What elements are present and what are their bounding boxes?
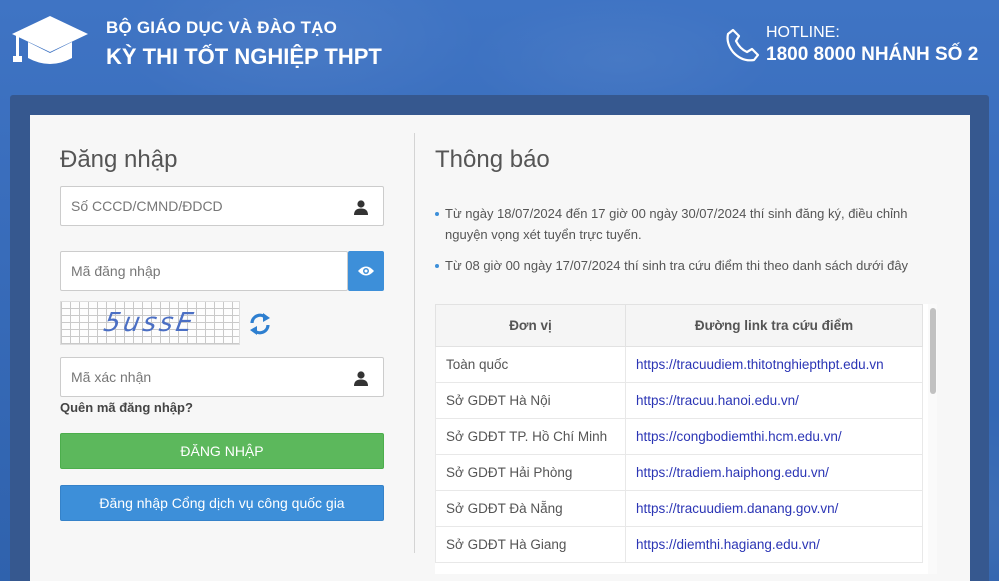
unit-cell: Sở GDĐT Hà Giang [435,526,626,563]
table-row: Sở GDĐT Hà Giang https://diemthi.hagiang… [435,526,923,563]
lookup-link[interactable]: https://tracuudiem.danang.gov.vn/ [625,490,923,527]
table-scrollbar-thumb[interactable] [930,308,936,394]
notice-title: Thông báo [435,146,550,173]
login-code-field[interactable] [60,251,348,291]
table-row: Toàn quốc https://tracuudiem.thitotnghie… [435,346,923,383]
table-row: Sở GDĐT Hải Phòng https://tradiem.haipho… [435,454,923,491]
lookup-link[interactable]: https://diemthi.hagiang.edu.vn/ [625,526,923,563]
score-lookup-table-container[interactable]: Đơn vị Đường link tra cứu điểm Toàn quốc… [435,304,937,574]
unit-cell: Toàn quốc [435,346,626,383]
graduation-cap-icon [12,16,88,64]
unit-cell: Sở GDĐT Đà Nẵng [435,490,626,527]
unit-cell: Sở GDĐT Hà Nội [435,382,626,419]
login-title: Đăng nhập [60,146,178,173]
notice-list: Từ ngày 18/07/2024 đến 17 giờ 00 ngày 30… [435,203,935,286]
table-row: Sở GDĐT Đà Nẵng https://tracuudiem.danan… [435,490,923,527]
table-header-row: Đơn vị Đường link tra cứu điểm [435,304,923,347]
organization-name: BỘ GIÁO DỤC VÀ ĐÀO TẠO [106,18,338,37]
login-code-input[interactable] [61,252,347,290]
user-icon [354,371,368,386]
forgot-code-link[interactable]: Quên mã đăng nhập? [60,400,193,415]
eye-icon [358,266,374,276]
captcha-text: 5ussE [101,308,199,338]
phone-icon [726,28,760,62]
national-portal-login-button[interactable]: Đăng nhập Cổng dịch vụ công quốc gia [60,485,384,521]
refresh-captcha-icon[interactable] [246,310,274,338]
score-lookup-table: Đơn vị Đường link tra cứu điểm Toàn quốc… [435,304,923,563]
login-button[interactable]: ĐĂNG NHẬP [60,433,384,469]
show-password-button[interactable] [348,251,384,291]
column-header-link: Đường link tra cứu điểm [625,304,923,347]
hotline-number[interactable]: 1800 8000 NHÁNH SỐ 2 [766,44,978,66]
lookup-link[interactable]: https://tracuudiem.thitotnghiepthpt.edu.… [625,346,923,383]
verify-code-field[interactable] [60,357,384,397]
user-icon [354,200,368,215]
table-row: Sở GDĐT TP. Hồ Chí Minh https://congbodi… [435,418,923,455]
hotline-label: HOTLINE: [766,24,840,41]
table-row: Sở GDĐT Hà Nội https://tracuu.hanoi.edu.… [435,382,923,419]
lookup-link[interactable]: https://tradiem.haiphong.edu.vn/ [625,454,923,491]
site-header: BỘ GIÁO DỤC VÀ ĐÀO TẠO KỲ THI TỐT NGHIỆP… [0,0,999,92]
lookup-link[interactable]: https://congbodiemthi.hcm.edu.vn/ [625,418,923,455]
exam-title: KỲ THI TỐT NGHIỆP THPT [106,44,382,69]
unit-cell: Sở GDĐT TP. Hồ Chí Minh [435,418,626,455]
id-number-field[interactable] [60,186,384,226]
captcha-image: 5ussE [60,301,240,345]
unit-cell: Sở GDĐT Hải Phòng [435,454,626,491]
column-divider [414,133,415,553]
notice-item: Từ ngày 18/07/2024 đến 17 giờ 00 ngày 30… [435,203,935,245]
column-header-unit: Đơn vị [435,304,626,347]
main-panel: Đăng nhập 5ussE Quên mã đăng nhập? Đ [30,115,970,581]
verify-code-input[interactable] [61,358,383,396]
lookup-link[interactable]: https://tracuu.hanoi.edu.vn/ [625,382,923,419]
notice-item: Từ 08 giờ 00 ngày 17/07/2024 thí sinh tr… [435,255,935,276]
id-number-input[interactable] [61,187,383,225]
